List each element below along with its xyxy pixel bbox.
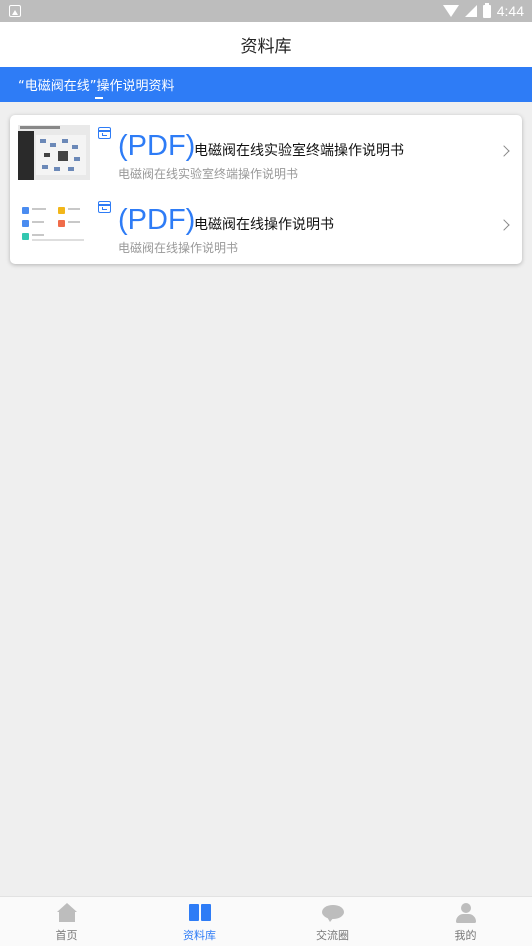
- document-thumbnail: [18, 125, 90, 180]
- document-title: 电磁阀在线操作说明书: [194, 217, 334, 233]
- status-time: 4:44: [496, 3, 524, 19]
- document-subtitle: 电磁阀在线操作说明书: [118, 241, 239, 255]
- nav-label: 我的: [454, 929, 477, 942]
- file-type-tag: (PDF): [118, 204, 196, 236]
- category-tab-bar: “电磁阀在线”操作说明资料: [0, 67, 532, 102]
- tab-active-indicator: [95, 97, 103, 99]
- document-item[interactable]: (PDF) 电磁阀在线操作说明书 电磁阀在线操作说明书: [10, 189, 522, 263]
- chevron-right-icon: [498, 219, 510, 231]
- bottom-navigation: 首页 资料库 交流圈 我的: [0, 896, 532, 946]
- nav-item-home[interactable]: 首页: [0, 897, 133, 946]
- wifi-icon: [442, 5, 459, 17]
- nav-label: 首页: [55, 929, 78, 942]
- chevron-right-icon: [498, 145, 510, 157]
- status-bar: 4:44: [0, 0, 532, 22]
- calendar-icon: [98, 201, 111, 213]
- nav-item-community[interactable]: 交流圈: [266, 897, 399, 946]
- nav-item-profile[interactable]: 我的: [399, 897, 532, 946]
- status-indicators: 4:44: [442, 2, 524, 20]
- calendar-icon: [98, 127, 111, 139]
- chat-icon: [322, 903, 344, 923]
- nav-label: 资料库: [183, 929, 216, 942]
- document-subtitle: 电磁阀在线实验室终端操作说明书: [118, 167, 299, 181]
- signal-icon: [464, 5, 477, 17]
- tab-operation-manuals[interactable]: “电磁阀在线”操作说明资料: [18, 75, 174, 94]
- user-icon: [455, 903, 477, 923]
- battery-icon: [482, 2, 491, 18]
- page-title: 资料库: [240, 37, 292, 57]
- document-list: (PDF) 电磁阀在线实验室终端操作说明书 电磁阀在线实验室终端操作说明书 (P…: [10, 115, 522, 264]
- nav-item-library[interactable]: 资料库: [133, 897, 266, 946]
- nav-label: 交流圈: [316, 929, 349, 942]
- book-icon: [189, 903, 211, 923]
- notification-icon: [9, 5, 21, 17]
- file-type-tag: (PDF): [118, 130, 196, 162]
- document-item[interactable]: (PDF) 电磁阀在线实验室终端操作说明书 电磁阀在线实验室终端操作说明书: [10, 115, 522, 189]
- document-title: 电磁阀在线实验室终端操作说明书: [194, 143, 404, 159]
- home-icon: [56, 903, 78, 923]
- app-header: 资料库: [0, 22, 532, 67]
- document-thumbnail: [18, 199, 90, 254]
